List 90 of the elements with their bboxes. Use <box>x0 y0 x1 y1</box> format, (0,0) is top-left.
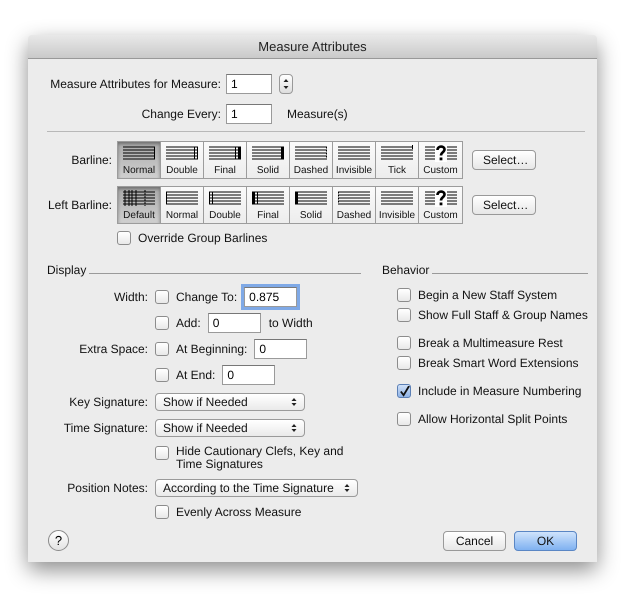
measure-field[interactable]: 1 <box>226 74 272 94</box>
add-field[interactable]: 0 <box>208 313 261 333</box>
field-label: Left Barline: <box>47 198 112 212</box>
barline-icon <box>251 189 285 207</box>
select-button[interactable]: Select… <box>472 195 536 215</box>
checkbox-label: Add: <box>176 316 201 330</box>
barline-icon <box>294 144 328 162</box>
barline-option[interactable]: Invisible <box>376 187 419 223</box>
checkbox[interactable] <box>155 290 169 304</box>
checkbox[interactable] <box>155 505 169 519</box>
barline-option[interactable]: Double <box>204 187 247 223</box>
checkbox[interactable] <box>397 412 411 426</box>
field-label: Position Notes: <box>66 481 148 495</box>
barline-icon <box>337 144 371 162</box>
checkbox-label: Allow Horizontal Split Points <box>418 412 568 426</box>
checkbox-label: Evenly Across Measure <box>176 505 302 519</box>
checkbox[interactable] <box>397 288 411 302</box>
barline-option[interactable]: Normal <box>118 142 161 178</box>
checkbox[interactable] <box>397 308 411 322</box>
field-label: Barline: <box>70 153 112 167</box>
barline-icon <box>165 144 199 162</box>
field-label: Measure Attributes for Measure: <box>49 77 221 91</box>
checkbox-label: Break Smart Word Extensions <box>418 356 579 370</box>
barline-option[interactable]: Invisible <box>333 142 376 178</box>
window-title: Measure Attributes <box>258 39 367 54</box>
barline-option[interactable]: Final <box>247 187 290 223</box>
change-every-field[interactable]: 1 <box>226 104 272 124</box>
beginning-field[interactable]: 0 <box>254 339 308 359</box>
barline-option[interactable]: Final <box>204 142 247 178</box>
checkbox[interactable] <box>397 356 411 370</box>
select-button[interactable]: Select… <box>472 150 536 170</box>
barline-icon <box>122 144 156 162</box>
barline-icon <box>208 189 242 207</box>
checkbox-label: At Beginning: <box>176 342 248 356</box>
checkbox[interactable] <box>397 384 411 398</box>
barline-icon <box>251 144 285 162</box>
barline-icon <box>380 144 414 162</box>
field-label: Change Every: <box>140 107 221 121</box>
barline-icon <box>165 189 199 207</box>
section-title: Behavior <box>382 263 430 277</box>
checkbox[interactable] <box>397 336 411 350</box>
field-label: Width: <box>112 290 148 304</box>
checkbox-label: Begin a New Staff System <box>418 288 558 302</box>
barline-icon <box>208 144 242 162</box>
barline-option[interactable]: Double <box>161 142 204 178</box>
field-label: Extra Space: <box>78 342 148 356</box>
barline-icon <box>424 189 458 207</box>
up-down-arrows-icon <box>290 422 298 434</box>
checkbox-label: Include in Measure Numbering <box>418 384 582 398</box>
barline-icon <box>337 189 371 207</box>
unit-label: to Width <box>268 316 313 330</box>
checkbox-label: Hide Cautionary Clefs, Key and Time Signatures <box>176 445 344 471</box>
barline-option[interactable]: Solid <box>290 187 333 223</box>
barline-option[interactable]: Normal <box>161 187 204 223</box>
checkbox-label: Override Group Barlines <box>138 231 268 245</box>
barline-icon <box>424 144 458 162</box>
stepper-control[interactable] <box>279 74 293 94</box>
checkbox[interactable] <box>117 231 131 245</box>
barline-option[interactable]: Custom <box>419 142 462 178</box>
up-down-arrows-icon <box>290 396 298 408</box>
unit-label: Measure(s) <box>287 107 348 121</box>
checkbox[interactable] <box>155 446 169 460</box>
barline-option[interactable]: Dashed <box>333 187 376 223</box>
barline-icon <box>122 189 156 207</box>
field-label: Time Signature: <box>62 421 148 435</box>
key-signature-dropdown[interactable]: Show if Needed <box>155 393 305 411</box>
barline-option[interactable]: Custom <box>419 187 462 223</box>
position-notes-dropdown[interactable]: According to the Time Signature <box>155 479 358 497</box>
help-button[interactable]: ? <box>48 530 69 551</box>
width-field[interactable]: 0.875 <box>244 287 298 307</box>
cancel-button[interactable]: Cancel <box>443 530 506 550</box>
time-signature-dropdown[interactable]: Show if Needed <box>155 419 305 437</box>
barline-option[interactable]: Solid <box>247 142 290 178</box>
barline-option[interactable]: Dashed <box>290 142 333 178</box>
end-field[interactable]: 0 <box>222 365 276 385</box>
checkbox-label: Break a Multimeasure Rest <box>418 336 563 350</box>
checkbox-label: Change To: <box>176 290 238 304</box>
checkbox-label: At End: <box>176 368 216 382</box>
up-down-arrows-icon <box>343 482 351 494</box>
field-label: Key Signature: <box>68 395 148 409</box>
checkbox-label: Show Full Staff & Group Names <box>418 308 588 322</box>
checkbox[interactable] <box>155 368 169 382</box>
ok-button[interactable]: OK <box>514 530 577 550</box>
checkbox[interactable] <box>155 316 169 330</box>
barline-icon <box>294 189 328 207</box>
section-title: Display <box>47 263 86 277</box>
barline-option[interactable]: Default <box>118 187 161 223</box>
barline-option[interactable]: Tick <box>376 142 419 178</box>
barline-icon <box>380 189 414 207</box>
checkbox[interactable] <box>155 342 169 356</box>
